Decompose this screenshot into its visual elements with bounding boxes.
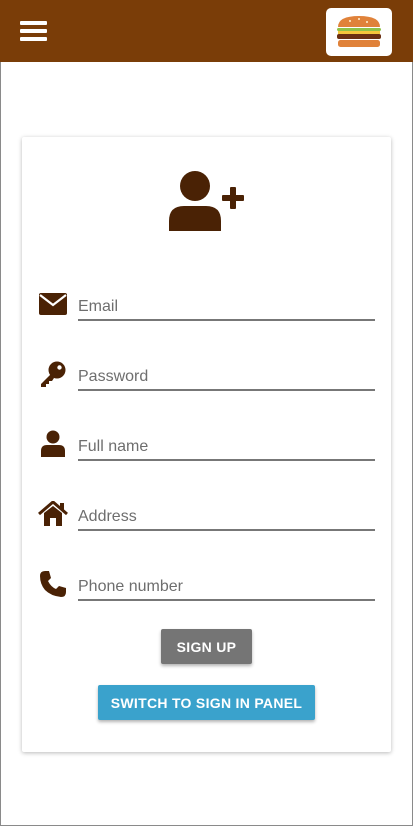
- sign-up-button[interactable]: SIGN UP: [161, 629, 252, 664]
- email-field[interactable]: [78, 295, 375, 321]
- hamburger-menu-icon[interactable]: [20, 19, 47, 43]
- signup-card: SIGN UP SWITCH TO SIGN IN PANEL: [22, 137, 391, 752]
- envelope-icon: [38, 289, 68, 319]
- add-user-icon: [168, 169, 248, 233]
- phone-icon: [38, 569, 68, 599]
- switch-to-sign-in-button[interactable]: SWITCH TO SIGN IN PANEL: [98, 685, 315, 720]
- phone-number-field[interactable]: [78, 575, 375, 601]
- phone-field-row: [38, 569, 376, 609]
- full-name-field[interactable]: [78, 435, 375, 461]
- password-field[interactable]: [78, 365, 375, 391]
- home-icon: [38, 499, 68, 529]
- top-app-bar: [0, 0, 413, 62]
- key-icon: [38, 359, 68, 389]
- password-field-row: [38, 359, 376, 399]
- address-field[interactable]: [78, 505, 375, 531]
- email-field-row: [38, 289, 376, 329]
- full-name-field-row: [38, 429, 376, 469]
- burger-logo-icon[interactable]: [326, 8, 392, 56]
- address-field-row: [38, 499, 376, 539]
- person-icon: [38, 429, 68, 459]
